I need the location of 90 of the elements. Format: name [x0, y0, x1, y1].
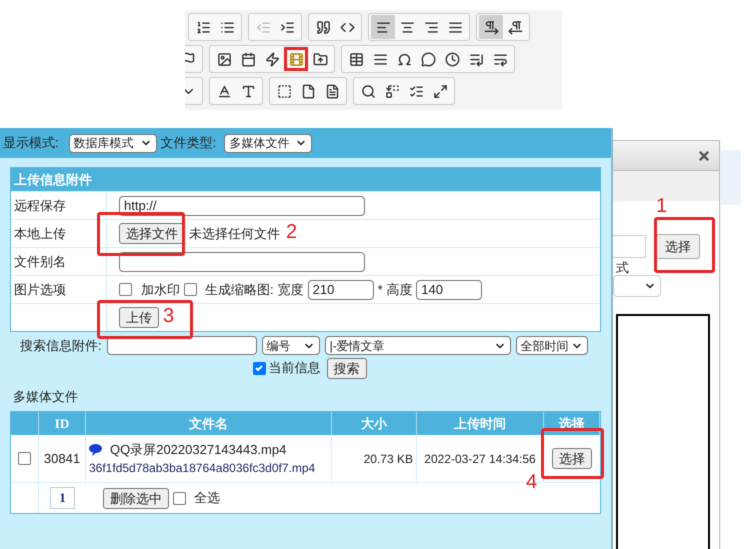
checkbox[interactable]: [173, 492, 186, 504]
delete-selected-button[interactable]: 删除选中: [103, 488, 169, 508]
checkbox-label: 加水印: [141, 280, 180, 299]
column-header: 上传时间: [454, 414, 506, 433]
calendar-icon: [240, 52, 256, 66]
pilcrow-left-icon: [508, 20, 522, 34]
speech-bubble-icon: [420, 52, 436, 66]
justify-icon: [448, 20, 462, 34]
table-cell-text: 2022-03-27 14:34:56: [424, 450, 536, 468]
stored-file-name: 36f1fd5d78ab3ba18764a8036fc3d0f7.mp4: [89, 460, 316, 478]
select-button[interactable]: 选择: [656, 234, 700, 259]
checkbox[interactable]: [252, 362, 266, 374]
input-field[interactable]: [611, 235, 646, 258]
checkbox-label: 全选: [194, 489, 220, 508]
checkbox-label: 当前信息: [268, 359, 320, 378]
maximize-icon: [432, 84, 448, 98]
input-field[interactable]: [119, 252, 365, 272]
annotation-number: 2: [286, 222, 298, 242]
checkbox-label: 生成缩略图:: [205, 280, 274, 299]
document-icon: [324, 84, 340, 98]
numbered-list-icon: [196, 20, 210, 34]
annotation-number: 1: [656, 196, 668, 216]
checkbox[interactable]: [18, 452, 31, 465]
lightning-icon: [264, 52, 280, 66]
search-button[interactable]: 搜索: [326, 358, 366, 378]
field-label: 显示模式:: [3, 134, 59, 152]
field-label: * 高度: [378, 280, 412, 299]
omega-icon: [396, 52, 412, 66]
bullet-list-icon: [220, 20, 234, 34]
upload-button[interactable]: 上传: [119, 307, 159, 328]
speech-bubble-icon: [89, 444, 102, 456]
folder-upload-icon: [312, 52, 328, 66]
checkbox[interactable]: [184, 283, 197, 296]
select-button[interactable]: 选择: [552, 448, 592, 469]
side-panel: [721, 150, 741, 205]
highlight-frame: [654, 217, 715, 273]
annotation-number: 3: [163, 306, 174, 326]
row-label: 本地上传: [14, 224, 66, 243]
row-label: 远程保存: [14, 196, 66, 215]
field-label: 式: [615, 260, 630, 275]
row-label: 文件别名: [14, 252, 66, 271]
table-cell-text: 30841: [44, 450, 80, 468]
page-number[interactable]: 1: [50, 487, 75, 509]
show-blocks-icon: [276, 84, 292, 98]
list-icon: [468, 52, 484, 66]
panel-title: 上传信息附件: [11, 168, 600, 191]
outdent-icon: [256, 20, 270, 34]
film-icon: [288, 52, 304, 66]
close-icon[interactable]: [697, 148, 711, 162]
align-center-icon: [400, 20, 414, 34]
clock-icon: [444, 52, 460, 66]
file-status: 未选择任何文件: [189, 224, 280, 243]
mode-dropdown[interactable]: 数据库模式: [68, 134, 157, 152]
new-page-icon: [300, 84, 316, 98]
image-icon: [216, 52, 232, 66]
text-color-icon: [216, 84, 232, 98]
column-header: ID: [54, 414, 70, 433]
annotation-number: 4: [526, 472, 538, 492]
table-icon: [348, 52, 364, 66]
checkbox[interactable]: [119, 283, 132, 296]
height-field[interactable]: 140: [416, 280, 482, 300]
category-dropdown[interactable]: |-爱情文章: [324, 336, 511, 356]
horizontal-rule-icon: [372, 52, 388, 66]
file-name: QQ录屏20220327143443.mp4: [110, 440, 286, 459]
field-dropdown[interactable]: 编号: [262, 336, 320, 356]
line-break-icon: [492, 52, 508, 66]
choose-file-button[interactable]: 选择文件: [119, 223, 185, 244]
table-cell-text: 20.73 KB: [364, 450, 413, 468]
column-header: 大小: [361, 414, 387, 433]
search-icon: [360, 84, 376, 98]
column-header: 文件名: [189, 414, 228, 433]
field-label: 文件类型:: [160, 134, 216, 152]
align-right-icon: [424, 20, 438, 34]
field-label: 宽度: [278, 280, 304, 299]
input-field[interactable]: http://: [119, 196, 365, 216]
width-field[interactable]: 210: [308, 280, 374, 300]
indent-icon: [280, 20, 294, 34]
row-label: 图片选项: [14, 280, 66, 299]
section-title: 多媒体文件: [12, 388, 79, 406]
time-dropdown[interactable]: 全部时间: [516, 336, 588, 356]
toolbar-button[interactable]: [371, 15, 395, 39]
highlight-frame: [541, 428, 604, 479]
toolbar-button[interactable]: [479, 15, 503, 39]
pilcrow-right-icon: [484, 20, 498, 34]
search-field[interactable]: [106, 336, 257, 356]
align-left-icon: [376, 20, 390, 34]
select-all-icon: [408, 84, 424, 98]
search-label: 搜索信息附件:: [20, 337, 102, 355]
quote-icon: [316, 20, 330, 34]
type-dropdown[interactable]: 多媒体文件: [224, 134, 312, 152]
